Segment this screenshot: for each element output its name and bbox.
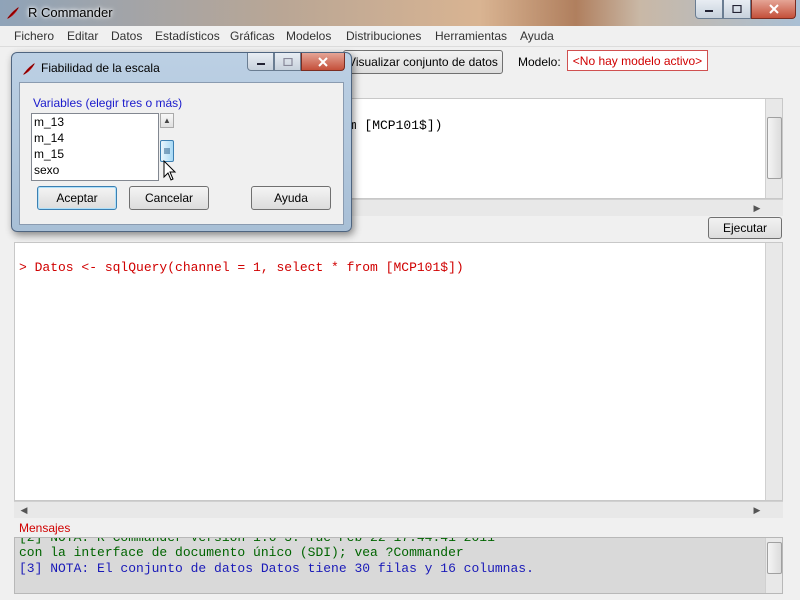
message-line: con la interface de documento único (SDI… — [19, 545, 464, 560]
scroll-up-icon[interactable]: ▲ — [160, 113, 174, 128]
menu-distribuciones[interactable]: Distribuciones — [346, 29, 421, 43]
menu-bar: Fichero Editar Datos Estadísticos Gráfic… — [0, 26, 800, 47]
help-button[interactable]: Ayuda — [251, 186, 331, 210]
dialog-minimize-button[interactable] — [247, 53, 274, 71]
grip-icon — [164, 148, 170, 154]
menu-ayuda[interactable]: Ayuda — [520, 29, 554, 43]
close-icon — [768, 4, 779, 14]
scroll-right-icon[interactable]: ▶ — [749, 200, 765, 216]
maximize-icon — [282, 57, 293, 66]
accept-button[interactable]: Aceptar — [37, 186, 117, 210]
variables-scroll-thumb[interactable] — [160, 140, 174, 162]
active-model-field[interactable]: <No hay modelo activo> — [567, 50, 708, 71]
script-text: om [MCP101$]) — [341, 118, 443, 133]
dialog-maximize-button[interactable] — [274, 53, 301, 71]
maximize-icon — [732, 5, 742, 13]
tk-feather-icon — [23, 63, 35, 75]
list-item[interactable]: m_14 — [34, 131, 64, 145]
output-window[interactable]: > Datos <- sqlQuery(channel = 1, select … — [14, 242, 783, 501]
minimize-button[interactable] — [695, 0, 723, 19]
variables-listbox[interactable]: m_13 m_14 m_15 sexo — [31, 113, 159, 181]
script-vertical-scrollbar[interactable] — [765, 99, 782, 198]
variables-label: Variables (elegir tres o más) — [33, 96, 183, 110]
menu-estadisticos[interactable]: Estadísticos — [155, 29, 220, 43]
menu-modelos[interactable]: Modelos — [286, 29, 331, 43]
output-line: > Datos <- sqlQuery(channel = 1, select … — [19, 260, 464, 275]
menu-graficas[interactable]: Gráficas — [230, 29, 275, 43]
dialog-close-button[interactable] — [301, 53, 345, 71]
close-button[interactable] — [751, 0, 796, 19]
scroll-right-icon[interactable]: ▶ — [749, 502, 765, 518]
minimize-icon — [256, 62, 265, 65]
messages-label: Mensajes — [19, 521, 71, 535]
execute-button[interactable]: Ejecutar — [708, 217, 782, 239]
message-line: [3] NOTA: El conjunto de datos Datos tie… — [19, 561, 534, 576]
view-dataset-button[interactable]: Visualizar conjunto de datos — [343, 50, 503, 74]
list-item[interactable]: sexo — [34, 163, 59, 177]
maximize-button[interactable] — [723, 0, 751, 19]
messages-window[interactable]: [2] NOTA: R Commander Versión 1.6-3: Tue… — [14, 537, 783, 594]
dialog-body: Variables (elegir tres o más) m_13 m_14 … — [19, 82, 344, 225]
dialog-title: Fiabilidad de la escala — [41, 61, 160, 75]
messages-scroll-thumb[interactable] — [767, 542, 782, 574]
menu-datos[interactable]: Datos — [111, 29, 142, 43]
close-icon — [318, 56, 328, 67]
menu-fichero[interactable]: Fichero — [14, 29, 54, 43]
dialog-window-controls — [247, 53, 345, 71]
mouse-cursor-icon — [163, 160, 177, 181]
list-item[interactable]: m_13 — [34, 115, 64, 129]
menu-editar[interactable]: Editar — [67, 29, 98, 43]
scroll-left-icon[interactable]: ◀ — [16, 502, 32, 518]
window-title: R Commander — [28, 5, 113, 20]
reliability-dialog: Fiabilidad de la escala Variables (elegi… — [11, 52, 352, 232]
list-item[interactable]: m_15 — [34, 147, 64, 161]
tk-feather-icon — [7, 7, 19, 19]
menu-herramientas[interactable]: Herramientas — [435, 29, 507, 43]
messages-vertical-scrollbar[interactable] — [765, 538, 782, 593]
output-horizontal-scrollbar[interactable]: ◀ ▶ — [14, 501, 783, 518]
minimize-icon — [705, 10, 713, 12]
output-vertical-scrollbar[interactable] — [765, 243, 782, 500]
message-line: [2] NOTA: R Commander Versión 1.6-3: Tue… — [19, 537, 495, 545]
cancel-button[interactable]: Cancelar — [129, 186, 209, 210]
script-scroll-thumb[interactable] — [767, 117, 782, 179]
model-label: Modelo: — [518, 55, 561, 69]
title-bar: R Commander — [0, 0, 800, 26]
window-controls — [695, 0, 796, 19]
